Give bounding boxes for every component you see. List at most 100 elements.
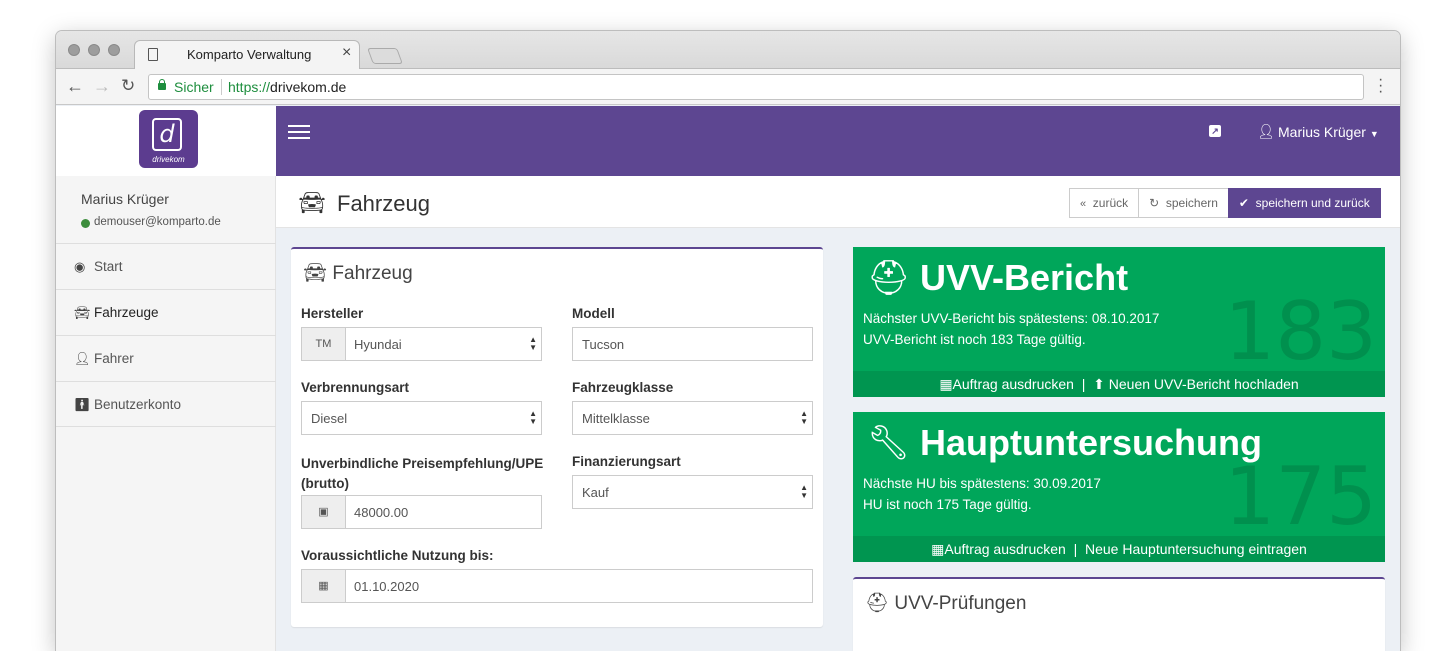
- save-and-back-button[interactable]: ✔ speichern und zurück: [1227, 188, 1381, 218]
- vehicle-form-card: 🚘︎ Fahrzeug Hersteller TM Hyundai ▲ ▼ Mod…: [291, 247, 823, 627]
- tab-close-button[interactable]: ×: [342, 44, 351, 62]
- select-arrows-icon: ▲ ▼: [529, 335, 537, 352]
- document-icon: [148, 48, 158, 61]
- calendar-icon: ▦: [302, 570, 346, 602]
- action-separator: |: [1081, 376, 1086, 392]
- person-icon: 🚹︎: [74, 397, 91, 412]
- main-content: 🚘︎ Fahrzeug « zurück ↻ speichern ✔ speic…: [276, 176, 1400, 651]
- omnibox-separator: [221, 79, 222, 95]
- qrcode-icon: ▦: [931, 541, 945, 557]
- browser-menu-icon[interactable]: · · ·: [1378, 72, 1383, 100]
- hamburger-menu-icon[interactable]: [288, 125, 310, 139]
- usage-date-input[interactable]: ▦ 01.10.2020: [301, 569, 813, 603]
- user-icon: 👤︎: [1257, 123, 1275, 139]
- fuel-type-select[interactable]: Diesel ▲ ▼: [301, 401, 542, 435]
- secure-label: Sicher: [174, 79, 214, 95]
- top-navbar: ↗ 👤︎ Marius Krüger ▼: [276, 106, 1400, 176]
- upload-uvv-link[interactable]: ⬆ Neuen UVV-Bericht hochladen: [1093, 376, 1299, 392]
- hu-actions: ▦Auftrag ausdrucken | Neue Hauptuntersuc…: [853, 536, 1385, 562]
- print-order-link[interactable]: ▦Auftrag ausdrucken: [939, 376, 1074, 392]
- main-inspection-title: Hauptuntersuchung: [920, 422, 1262, 463]
- fuel-type-label: Verbrennungsart: [301, 380, 410, 395]
- uvv-report-box: 183 ⛑︎ UVV-Bericht Nächster UVV-Bericht …: [853, 247, 1385, 397]
- model-input[interactable]: Tucson: [572, 327, 813, 361]
- action-button-group: « zurück ↻ speichern ✔ speichern und zur…: [1069, 188, 1381, 218]
- minimize-window-button[interactable]: [88, 44, 100, 56]
- check-icon: ✔: [1238, 196, 1249, 210]
- uvv-days-remaining: 183: [1224, 285, 1377, 378]
- sidebar-item-label: Benutzerkonto: [94, 397, 182, 412]
- dashboard-icon: ◉: [74, 259, 86, 274]
- financing-select[interactable]: Kauf ▲ ▼: [572, 475, 813, 509]
- sidebar-item-label: Fahrer: [94, 351, 134, 366]
- uvv-report-title: UVV-Bericht: [920, 257, 1129, 298]
- manufacturer-label: Hersteller: [301, 306, 364, 321]
- action-separator: |: [1073, 541, 1078, 557]
- upload-icon: ⬆: [1093, 376, 1105, 392]
- add-inspection-link[interactable]: Neue Hauptuntersuchung eintragen: [1085, 541, 1307, 557]
- save-button[interactable]: ↻ speichern: [1138, 188, 1229, 218]
- vehicle-class-label: Fahrzeugklasse: [572, 380, 674, 395]
- trademark-icon: TM: [302, 328, 346, 360]
- user-icon: 👤︎: [74, 351, 91, 366]
- title-bar: Komparto Verwaltung ×: [56, 31, 1400, 70]
- url-input[interactable]: Sicher https://drivekom.de: [148, 74, 1364, 100]
- online-status-icon: [81, 219, 90, 228]
- select-arrows-icon: ▲ ▼: [800, 409, 808, 426]
- sidebar-item-start[interactable]: ◉ Start: [56, 243, 276, 289]
- qrcode-icon: ▦: [939, 376, 953, 392]
- uvv-checks-card: ⛑︎ UVV-Prüfungen: [853, 577, 1385, 651]
- sidebar-item-label: Fahrzeuge: [94, 305, 159, 320]
- sidebar-item-benutzerkonto[interactable]: 🚹︎ Benutzerkonto: [56, 381, 276, 427]
- url-text: https://drivekom.de: [228, 79, 347, 95]
- hu-next-date: Nächste HU bis spätestens: 30.09.2017: [863, 476, 1101, 491]
- lock-icon: [158, 79, 166, 90]
- main-inspection-box: 175 🔧︎ Hauptuntersuchung Nächste HU bis …: [853, 412, 1385, 562]
- new-tab-button[interactable]: [367, 48, 403, 64]
- card-title: ⛑︎ UVV-Prüfungen: [865, 593, 1027, 614]
- maximize-window-button[interactable]: [108, 44, 120, 56]
- logo-letter: d: [152, 118, 182, 151]
- sidebar-item-fahrer[interactable]: 👤︎ Fahrer: [56, 335, 276, 381]
- card-title: 🚘︎ Fahrzeug: [303, 263, 413, 284]
- select-arrows-icon: ▲ ▼: [529, 409, 537, 426]
- usage-label: Voraussichtliche Nutzung bis:: [301, 548, 494, 563]
- vehicle-class-select[interactable]: Mittelklasse ▲ ▼: [572, 401, 813, 435]
- print-order-link[interactable]: ▦Auftrag ausdrucken: [931, 541, 1066, 557]
- uvv-next-date: Nächster UVV-Bericht bis spätestens: 08.…: [863, 311, 1160, 326]
- reload-icon[interactable]: ↻: [121, 76, 135, 96]
- sidebar-item-label: Start: [94, 259, 123, 274]
- logo-area: d drivekom: [56, 106, 276, 176]
- refresh-icon: ↻: [1149, 196, 1160, 210]
- logo-text: drivekom: [152, 155, 185, 164]
- uvv-validity: UVV-Bericht ist noch 183 Tage gültig.: [863, 332, 1086, 347]
- sidebar: d drivekom Marius Krüger demouser@kompar…: [56, 106, 276, 651]
- drivekom-logo[interactable]: d drivekom: [139, 110, 198, 168]
- model-label: Modell: [572, 306, 615, 321]
- first-aid-kit-icon: ⛑︎: [867, 259, 911, 297]
- sidebar-user-name: Marius Krüger: [81, 191, 169, 207]
- money-icon: ▣: [302, 496, 346, 528]
- wrench-icon: 🔧︎: [867, 424, 911, 462]
- financing-label: Finanzierungsart: [572, 454, 681, 469]
- uvv-actions: ▦Auftrag ausdrucken | ⬆ Neuen UVV-Berich…: [853, 371, 1385, 397]
- car-icon: 🚘︎: [298, 190, 326, 215]
- back-button[interactable]: « zurück: [1069, 188, 1140, 218]
- browser-window: Komparto Verwaltung × ← → ↻ Sicher https…: [56, 31, 1400, 651]
- sidebar-user-email: demouser@komparto.de: [94, 216, 221, 228]
- tab-title: Komparto Verwaltung: [187, 47, 312, 62]
- car-icon: 🚘︎: [74, 305, 91, 320]
- hu-validity: HU ist noch 175 Tage gültig.: [863, 497, 1032, 512]
- user-menu-toggle[interactable]: Marius Krüger ▼: [1278, 124, 1379, 140]
- address-bar: ← → ↻ Sicher https://drivekom.de · · ·: [56, 69, 1400, 105]
- page-title: Fahrzeug: [337, 191, 430, 216]
- manufacturer-select[interactable]: TM Hyundai ▲ ▼: [301, 327, 542, 361]
- select-arrows-icon: ▲ ▼: [800, 483, 808, 500]
- price-label: Unverbindliche Preisempfehlung/UPE (brut…: [301, 456, 544, 491]
- forward-arrow-icon[interactable]: →: [93, 76, 111, 97]
- external-link-icon[interactable]: ↗: [1209, 125, 1221, 137]
- sidebar-item-fahrzeuge[interactable]: 🚘︎ Fahrzeuge: [56, 289, 276, 335]
- price-input[interactable]: ▣ 48000.00: [301, 495, 542, 529]
- close-window-button[interactable]: [68, 44, 80, 56]
- back-arrow-icon[interactable]: ←: [66, 76, 84, 97]
